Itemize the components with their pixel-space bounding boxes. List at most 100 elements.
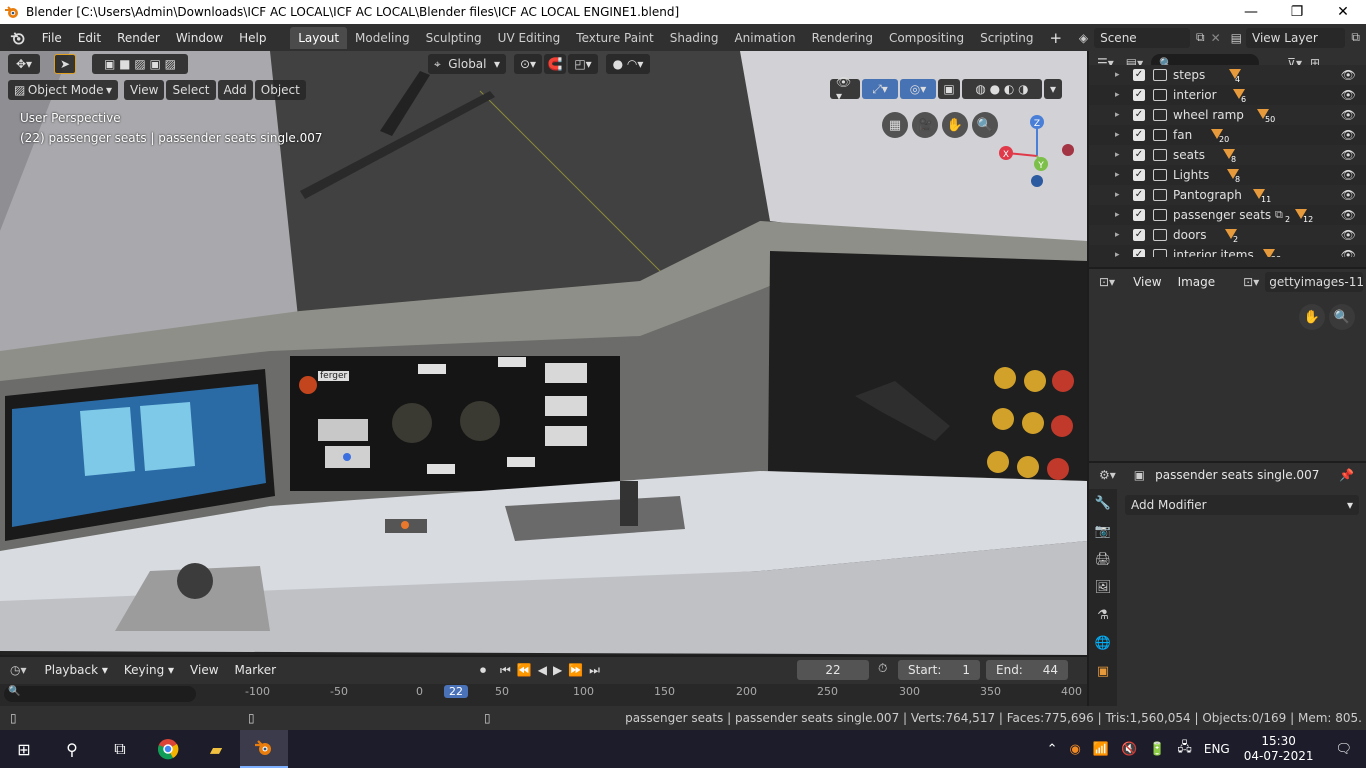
outliner-item[interactable]: ▸ ✓ passenger seats ⧉ 2 12 👁 <box>1089 205 1366 225</box>
timeline-editor-type-icon[interactable]: ◷▾ <box>10 663 27 677</box>
visibility-eye-icon[interactable]: 👁 <box>1341 188 1356 202</box>
view-layer-selector[interactable]: View Layer <box>1246 27 1346 48</box>
transform-orientation-dropdown[interactable]: ⌖ Global ▾ <box>428 54 506 74</box>
tab-animation[interactable]: Animation <box>726 27 803 49</box>
snap-icon[interactable]: 🧲 <box>544 54 566 74</box>
expand-arrow-icon[interactable]: ▸ <box>1115 90 1120 100</box>
snap-target-icon[interactable]: ◰▾ <box>568 54 598 74</box>
add-modifier-dropdown[interactable]: Add Modifier ▾ <box>1125 495 1359 515</box>
timeline-menu-view[interactable]: View <box>182 659 226 681</box>
outliner-item[interactable]: ▸✓interior items23👁 <box>1089 245 1366 257</box>
tool-tab-icon[interactable]: 🔧 <box>1089 489 1117 517</box>
end-frame-field[interactable]: End: 44 <box>986 660 1068 680</box>
visibility-eye-icon[interactable]: 👁 <box>1341 148 1356 162</box>
view-layer-icon[interactable]: ▤ <box>1231 31 1242 45</box>
pan-hand-icon[interactable]: ✋ <box>942 112 968 138</box>
outliner-item[interactable]: ▸ ✓ fan 20 👁 <box>1089 125 1366 145</box>
outliner-item[interactable]: ▸ ✓ wheel ramp 50 👁 <box>1089 105 1366 125</box>
tab-scripting[interactable]: Scripting <box>972 27 1041 49</box>
battery-icon[interactable]: 🔋 <box>1143 742 1171 757</box>
file-explorer-icon[interactable]: ▰ <box>192 730 240 768</box>
mode-dropdown[interactable]: ▨ Object Mode ▾ <box>8 80 118 100</box>
timeline-menu-marker[interactable]: Marker <box>227 659 284 681</box>
outliner-item[interactable]: ▸ ✓ interior 6 👁 <box>1089 85 1366 105</box>
shading-options-icon[interactable]: ▾ <box>1044 79 1062 99</box>
timeline-menu-playback[interactable]: Playback ▾ <box>37 659 116 681</box>
checkbox-icon[interactable]: ✓ <box>1133 189 1145 201</box>
record-icon[interactable]: ⏺ <box>480 663 486 678</box>
render-tab-icon[interactable]: 📷 <box>1089 517 1117 545</box>
shading-modes-icon[interactable]: ◍ ● ◐ ◑ <box>962 79 1042 99</box>
expand-arrow-icon[interactable]: ▸ <box>1115 250 1120 257</box>
visibility-eye-icon[interactable]: 👁 <box>1341 228 1356 242</box>
checkbox-icon[interactable]: ✓ <box>1133 89 1145 101</box>
expand-arrow-icon[interactable]: ▸ <box>1115 110 1120 120</box>
clock[interactable]: 15:30 04-07-2021 <box>1236 734 1322 764</box>
network-icon[interactable]: 🖧 <box>1171 738 1198 760</box>
xray-toggle-icon[interactable]: ▣ <box>938 79 960 99</box>
tab-uv-editing[interactable]: UV Editing <box>490 27 569 49</box>
checkbox-icon[interactable]: ✓ <box>1133 109 1145 121</box>
scene-selector[interactable]: Scene <box>1094 27 1191 48</box>
checkbox-icon[interactable]: ✓ <box>1133 229 1145 241</box>
3d-viewport[interactable]: ✥▾ ➤ ▣ ■ ▨ ▣ ▨ ⌖ Global ▾ ⊙▾ 🧲 ◰▾ ● ◠▾ ▨ Ob… <box>0 51 1087 655</box>
menu-edit[interactable]: Edit <box>70 27 109 49</box>
search-icon[interactable]: ⚲ <box>48 730 96 768</box>
image-browse-icon[interactable]: ⊡▾ <box>1243 275 1259 289</box>
menu-help[interactable]: Help <box>231 27 274 49</box>
grid-toggle-icon[interactable]: ▦ <box>882 112 908 138</box>
image-name-field[interactable]: gettyimages-1187 <box>1265 272 1364 292</box>
checkbox-icon[interactable]: ✓ <box>1133 69 1145 81</box>
checkbox-icon[interactable]: ✓ <box>1133 249 1145 257</box>
tab-texture-paint[interactable]: Texture Paint <box>568 27 661 49</box>
tab-rendering[interactable]: Rendering <box>804 27 881 49</box>
add-workspace-icon[interactable]: + <box>1042 27 1071 49</box>
chevron-up-icon[interactable]: ⌃ <box>1041 742 1064 757</box>
timeline-menu-keying[interactable]: Keying ▾ <box>116 659 182 681</box>
new-scene-icon[interactable]: ⧉ <box>1196 30 1205 45</box>
maximize-button[interactable]: ❐ <box>1274 0 1320 24</box>
menu-render[interactable]: Render <box>109 27 168 49</box>
volume-icon[interactable]: 🔇 <box>1115 742 1143 757</box>
visibility-eye-icon[interactable]: 👁 <box>1341 128 1356 142</box>
checkbox-icon[interactable]: ✓ <box>1133 169 1145 181</box>
current-frame-field[interactable]: 22 <box>797 660 869 680</box>
tab-modeling[interactable]: Modeling <box>347 27 418 49</box>
proportional-edit-icon[interactable]: ● ◠▾ <box>606 54 650 74</box>
current-frame-marker[interactable]: 22 <box>444 685 468 698</box>
view-layer-tab-icon[interactable]: 🖼 <box>1089 573 1117 601</box>
zoom-icon[interactable]: 🔍 <box>1329 304 1355 330</box>
notifications-icon[interactable]: 🗨 <box>1321 742 1366 757</box>
scene-icon[interactable]: ◈ <box>1079 31 1088 45</box>
visibility-eye-icon[interactable]: 👁 <box>1341 68 1356 82</box>
outliner-item[interactable]: ▸ ✓ steps 4 👁 <box>1089 65 1366 85</box>
outliner-item[interactable]: ▸ ✓ Pantograph 11 👁 <box>1089 185 1366 205</box>
blender-menu-icon[interactable] <box>10 29 26 47</box>
viewport-menu-view[interactable]: View <box>124 80 165 100</box>
stopwatch-icon[interactable]: ⏱ <box>878 661 887 676</box>
timeline-search-input[interactable]: 🔍 <box>4 686 196 702</box>
task-view-icon[interactable]: ⧉ <box>96 730 144 768</box>
checkbox-icon[interactable]: ✓ <box>1133 149 1145 161</box>
menu-file[interactable]: File <box>34 27 70 49</box>
chrome-icon[interactable] <box>144 730 192 768</box>
image-editor-panel[interactable]: ⊡▾ View Image ⊡▾ gettyimages-1187 ✋ 🔍 <box>1089 269 1366 461</box>
expand-arrow-icon[interactable]: ▸ <box>1115 230 1120 240</box>
playback-controls[interactable]: ⏮⏪◀▶⏩⏭ <box>500 663 606 678</box>
visibility-eye-icon[interactable]: 👁 <box>1341 108 1356 122</box>
editor-type-icon[interactable]: ✥▾ <box>8 54 40 74</box>
checkbox-icon[interactable]: ✓ <box>1133 129 1145 141</box>
select-box-mode-icon[interactable]: ▣ ■ ▨ ▣ ▨ <box>92 54 188 74</box>
pin-icon[interactable]: 📌 <box>1339 468 1354 482</box>
outliner-item[interactable]: ▸ ✓ Lights 8 👁 <box>1089 165 1366 185</box>
image-menu-view[interactable]: View <box>1125 271 1169 293</box>
visibility-eye-icon[interactable]: 👁 <box>1341 208 1356 222</box>
visibility-eye-icon[interactable]: 👁 <box>1341 168 1356 182</box>
outliner-item[interactable]: ▸ ✓ seats 8 👁 <box>1089 145 1366 165</box>
minimize-button[interactable]: — <box>1228 0 1274 24</box>
expand-arrow-icon[interactable]: ▸ <box>1115 210 1120 220</box>
image-editor-type-icon[interactable]: ⊡▾ <box>1099 275 1115 289</box>
output-tab-icon[interactable]: 🖨 <box>1089 545 1117 573</box>
viewport-menu-add[interactable]: Add <box>217 80 253 100</box>
axis-gizmo[interactable]: Z X Y <box>995 111 1080 191</box>
